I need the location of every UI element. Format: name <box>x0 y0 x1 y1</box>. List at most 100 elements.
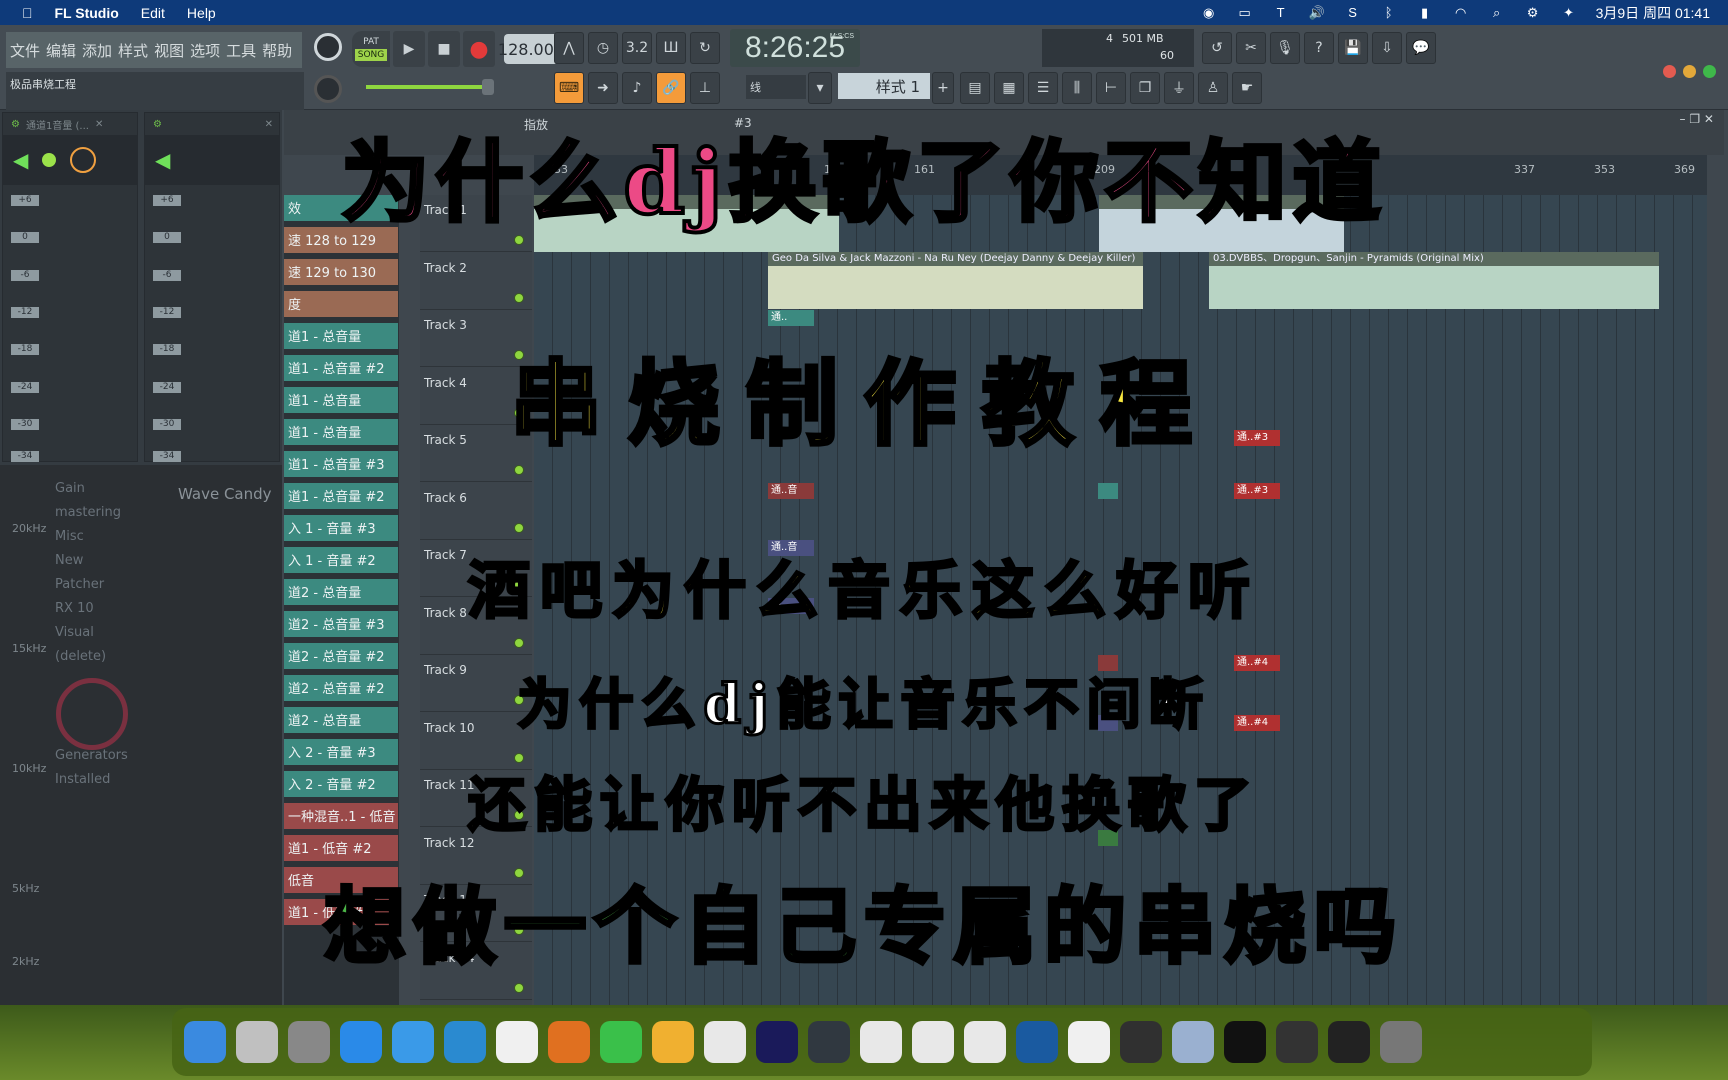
track-header[interactable]: Track 2 <box>420 253 532 310</box>
help-icon[interactable]: ? <box>1304 32 1334 64</box>
dock-app-baidu-netdisk-icon[interactable] <box>912 1021 954 1063</box>
multilink-icon[interactable]: ⊥ <box>690 72 720 104</box>
record-button[interactable]: ● <box>463 31 495 67</box>
clip-item[interactable]: 道1 - 总音量 #3 <box>284 451 398 480</box>
mic-icon[interactable]: 🎙 <box>1270 32 1300 64</box>
wifi-icon[interactable]: ◠ <box>1452 5 1470 21</box>
link-icon[interactable]: 🔗 <box>656 72 686 104</box>
touch-icon[interactable]: ☛ <box>1232 72 1262 104</box>
level-knob[interactable] <box>70 147 97 173</box>
clip-item[interactable]: 入 1 - 音量 #2 <box>284 547 398 576</box>
dock-app-link-icon[interactable] <box>860 1021 902 1063</box>
track-mute-led[interactable] <box>514 982 524 993</box>
menu-help[interactable]: Help <box>187 5 216 21</box>
snap-select[interactable]: 线 <box>746 75 806 99</box>
clip-item[interactable]: 道1 - 低音 #2 <box>284 835 398 864</box>
playlist-window-controls[interactable]: – ❐ ✕ <box>1680 112 1714 126</box>
control-center-icon[interactable]: ⚙ <box>1524 5 1542 21</box>
browser-item[interactable]: RX 10 <box>55 601 94 616</box>
automation-clip[interactable]: 通..音 <box>768 483 814 499</box>
browser-icon[interactable]: ⊢ <box>1096 72 1126 104</box>
clip-item[interactable]: 一种混音..1 - 低音 <box>284 803 398 832</box>
track-mute-led[interactable] <box>514 810 524 820</box>
clip-item[interactable]: 道2 - 总音量 #2 <box>284 643 398 672</box>
tempo-display[interactable]: 128.000 <box>498 34 564 64</box>
bluetooth-icon[interactable]: ᛒ <box>1380 5 1398 21</box>
speaker-icon[interactable]: ◀ <box>13 148 28 172</box>
clip-item[interactable]: 道1 - 低音 #2 <box>284 899 398 928</box>
automation-clip[interactable] <box>1098 715 1118 731</box>
record-icon[interactable]: ◉ <box>1200 5 1218 21</box>
menu-patterns[interactable]: 样式 <box>118 40 148 61</box>
automation-clip[interactable]: 通..#3 <box>1234 483 1280 499</box>
channel-rack-icon[interactable]: ☰ <box>1028 72 1058 104</box>
dock-app-finder-icon[interactable] <box>184 1021 226 1063</box>
track-header[interactable]: Track 8 <box>420 598 532 655</box>
gear-icon[interactable]: ⚙ <box>11 119 20 130</box>
automation-clip[interactable]: 通..音 <box>768 540 814 556</box>
clip-item[interactable]: 入 2 - 音量 #3 <box>284 739 398 768</box>
minimize-window-button[interactable] <box>1683 65 1696 78</box>
on-led[interactable] <box>42 153 57 167</box>
track-header[interactable]: Track 4 <box>420 368 532 425</box>
text-icon[interactable]: T <box>1272 5 1290 21</box>
mixer-icon[interactable]: ⫼ <box>1062 72 1092 104</box>
menu-view[interactable]: 视图 <box>154 40 184 61</box>
playlist-grid[interactable]: Geo Da Silva & Jack Mazzoni - Na Ru Ney … <box>534 195 1707 1005</box>
siri-icon[interactable]: ✦ <box>1560 5 1578 21</box>
clip-item[interactable]: 道1 - 总音量 #2 <box>284 483 398 512</box>
clock[interactable]: 3月9日 周四 01:41 <box>1596 3 1710 23</box>
clip-item[interactable]: 低音 <box>284 867 398 896</box>
countdown-icon[interactable]: 3.2 <box>622 32 652 64</box>
dock-app-earth-icon[interactable] <box>704 1021 746 1063</box>
clip-item[interactable]: 效 <box>284 195 398 224</box>
chat-icon[interactable]: 💬 <box>1406 32 1436 64</box>
clip-item[interactable]: 道2 - 总音量 <box>284 579 398 608</box>
volume-icon[interactable]: 🔊 <box>1308 5 1326 21</box>
dock-app-edge-icon[interactable] <box>444 1021 486 1063</box>
clip-item[interactable]: 道1 - 总音量 <box>284 323 398 352</box>
track-mute-led[interactable] <box>514 407 524 418</box>
master-slider-handle[interactable] <box>482 79 494 95</box>
cut-icon[interactable]: ✂ <box>1236 32 1266 64</box>
browser-item[interactable]: Generators <box>55 748 128 763</box>
dock-app-fl-studio-icon[interactable] <box>548 1021 590 1063</box>
menu-edit[interactable]: Edit <box>141 5 165 21</box>
track-mute-led[interactable] <box>514 580 524 590</box>
dock-app-audio-icon[interactable] <box>1016 1021 1058 1063</box>
track-header[interactable]: Track 13 <box>420 885 532 942</box>
blend-notes-icon[interactable]: ♪ <box>622 72 652 104</box>
track-mute-led[interactable] <box>514 522 524 533</box>
clip-item[interactable]: 入 1 - 音量 #3 <box>284 515 398 544</box>
dock-app-app-store-icon[interactable] <box>340 1021 382 1063</box>
speaker-icon[interactable]: ◀ <box>155 148 170 172</box>
wait-input-icon[interactable]: ◷ <box>588 32 618 64</box>
pattern-add-icon[interactable]: + <box>932 72 954 104</box>
close-window-button[interactable] <box>1663 65 1676 78</box>
stop-button[interactable]: ■ <box>428 31 460 67</box>
track-header[interactable]: Track 6 <box>420 483 532 540</box>
browser-item[interactable]: Gain <box>55 481 85 496</box>
track-header[interactable]: Track 12 <box>420 828 532 885</box>
battery-icon[interactable]: ▮ <box>1416 5 1434 21</box>
dock-app-preview-icon[interactable] <box>1172 1021 1214 1063</box>
step-edit-icon[interactable]: Ш <box>656 32 686 64</box>
dock-app-safari-icon[interactable] <box>392 1021 434 1063</box>
save-icon[interactable]: 💾 <box>1338 32 1368 64</box>
clip-item[interactable]: 道1 - 总音量 <box>284 419 398 448</box>
loop-record-icon[interactable]: ↻ <box>690 32 720 64</box>
menu-edit-cn[interactable]: 编辑 <box>46 40 76 61</box>
track-mute-led[interactable] <box>514 867 524 878</box>
plugin-icon[interactable]: ⏚ <box>1164 72 1194 104</box>
dock-app-cinema-icon[interactable] <box>808 1021 850 1063</box>
menu-options[interactable]: 选项 <box>190 40 220 61</box>
performance-icon[interactable]: ♙ <box>1198 72 1228 104</box>
arrow-icon[interactable]: ➜ <box>588 72 618 104</box>
menu-app-name[interactable]: FL Studio <box>55 5 119 21</box>
automation-clip[interactable]: 通.. <box>768 598 814 614</box>
gear-icon[interactable]: ⚙ <box>153 119 162 130</box>
apple-icon[interactable]:  <box>22 5 33 21</box>
dock-app-capcut-icon[interactable] <box>1224 1021 1266 1063</box>
clip-item[interactable]: 道2 - 总音量 #2 <box>284 675 398 704</box>
clip-item[interactable]: 道1 - 总音量 #2 <box>284 355 398 384</box>
